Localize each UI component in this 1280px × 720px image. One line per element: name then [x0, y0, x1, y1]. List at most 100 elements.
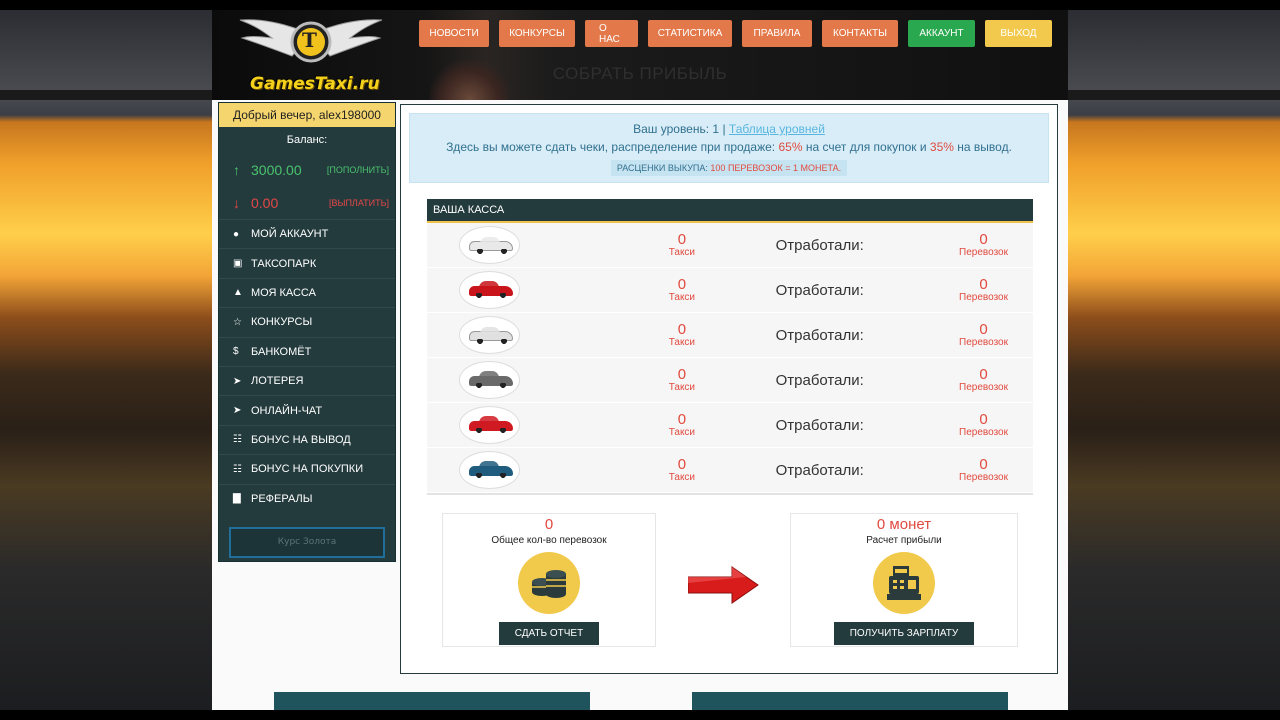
cashbox-table: ВАША КАССА 0 Такси Отработали: 0 Перевозок… [427, 199, 1033, 495]
level-label: Ваш уровень: [633, 122, 710, 136]
nav-contacts-button[interactable]: КОНТАКТЫ [822, 20, 898, 47]
worked-label: Отработали: [775, 416, 864, 434]
taxi-count-cell: 0 Такси [632, 412, 731, 438]
worked-label: Отработали: [775, 326, 864, 344]
distribution-text-c: на вывод. [957, 140, 1012, 154]
bar-chart-icon: ▇ [233, 493, 241, 505]
site-container: T GamesTaxi.ru НОВОСТИ КОНКУРСЫ О НАС СТ… [212, 10, 1068, 710]
sidebar-item-contests[interactable]: ☆ КОНКУРСЫ [219, 307, 395, 336]
gold-rate-field[interactable]: Курс Золота [229, 526, 385, 558]
distribution-text-a: Здесь вы можете сдать чеки, распределени… [446, 140, 776, 154]
profit-value: 0 монет [876, 516, 932, 533]
profit-label: Расчет прибыли [866, 535, 942, 546]
trips-count-cell: 0 Перевозок [934, 322, 1033, 348]
cashbox-title: ВАША КАССА [427, 199, 1033, 223]
sidebar-item-label: ТАКСОПАРК [251, 257, 317, 270]
balance-withdraw-value: 0.00 [251, 194, 279, 211]
trips-count-cell: 0 Перевозок [934, 367, 1033, 393]
trips-count: 0 [979, 410, 988, 428]
sidebar-item-online-chat[interactable]: ➤ ОНЛАЙН-ЧАТ [219, 395, 395, 424]
balance-title: Баланс: [286, 134, 328, 146]
trips-count: 0 [979, 320, 988, 338]
sidebar-item-my-cashbox[interactable]: ▲ МОЯ КАССА [219, 277, 395, 307]
send-icon: ➤ [233, 375, 242, 387]
sidebar-item-withdraw-bonus[interactable]: ☷ БОНУС НА ВЫВОД [219, 424, 395, 454]
worked-label: Отработали: [775, 236, 864, 254]
nav-rules-button[interactable]: ПРАВИЛА [742, 20, 812, 47]
buyback-value: 100 ПЕРЕВОЗОК = 1 МОНЕТА. [710, 163, 842, 173]
taxi-count: 0 [677, 455, 687, 473]
total-trips-label: Общее кол-во перевозок [491, 535, 607, 546]
top-up-link[interactable]: [ПОПОЛНИТЬ] [327, 165, 389, 175]
sidebar-item-my-account[interactable]: ● МОЙ АККАУНТ [219, 219, 395, 248]
taxi-count: 0 [677, 365, 687, 383]
star-icon: ☆ [233, 316, 242, 328]
trips-label: Перевозок [959, 291, 1008, 303]
taxi-label: Такси [668, 291, 696, 303]
grid-icon: ☷ [233, 463, 242, 475]
car-icon [469, 371, 513, 388]
car-image [459, 406, 521, 444]
trips-count: 0 [979, 455, 988, 473]
trips-count-cell: 0 Перевозок [934, 277, 1033, 303]
arrow-right-icon [687, 565, 760, 605]
taxi-label: Такси [668, 426, 696, 438]
table-row: 0 Такси Отработали: 0 Перевозок [427, 403, 1033, 448]
nav-contests-button[interactable]: КОНКУРСЫ [499, 20, 575, 47]
sidebar-item-atm[interactable]: $ БАНКОМЁТ [219, 336, 395, 366]
footer-block-right [692, 692, 1008, 710]
sidebar-item-label: МОЯ КАССА [251, 286, 316, 299]
taxi-count: 0 [677, 275, 687, 293]
table-row: 0 Такси Отработали: 0 Перевозок [427, 268, 1033, 313]
logo-letter: T [302, 28, 317, 52]
worked-label: Отработали: [775, 371, 864, 389]
nav-stats-button[interactable]: СТАТИСТИКА [648, 20, 732, 47]
sidebar-item-taxi-park[interactable]: ▣ ТАКСОПАРК [219, 248, 395, 277]
top-nav: НОВОСТИ КОНКУРСЫ О НАС СТАТИСТИКА ПРАВИЛ… [419, 20, 1052, 47]
trips-label: Перевозок [959, 471, 1008, 483]
taxi-label: Такси [668, 336, 696, 348]
sidebar-item-label: БОНУС НА ВЫВОД [251, 433, 351, 446]
trips-count: 0 [979, 275, 988, 293]
sidebar-item-label: ОНЛАЙН-ЧАТ [251, 404, 323, 417]
get-salary-button[interactable]: ПОЛУЧИТЬ ЗАРПЛАТУ [833, 622, 975, 645]
taxi-label: Такси [668, 381, 696, 393]
nav-news-button[interactable]: НОВОСТИ [419, 20, 489, 47]
sidebar-item-label: БОНУС НА ПОКУПКИ [251, 463, 364, 476]
arrow-up-icon: ↑ [233, 161, 240, 178]
nav-logout-button[interactable]: ВЫХОД [985, 20, 1052, 47]
buyback-label: РАСЦЕНКИ ВЫКУПА: [616, 163, 708, 173]
distribution-line: Здесь вы можете сдать чеки, распределени… [410, 140, 1048, 154]
table-row: 0 Такси Отработали: 0 Перевозок [427, 223, 1033, 268]
main-content: Ваш уровень: 1 | Таблица уровней Здесь в… [409, 113, 1049, 665]
sidebar-item-label: БАНКОМЁТ [251, 345, 312, 358]
worked-label: Отработали: [775, 281, 864, 299]
taxi-count-cell: 0 Такси [632, 232, 731, 258]
car-image [459, 451, 521, 489]
car-icon [469, 281, 513, 298]
submit-report-button[interactable]: СДАТЬ ОТЧЕТ [498, 622, 600, 645]
taxi-label: Такси [668, 246, 696, 258]
level-separator: | [722, 122, 726, 136]
withdraw-link[interactable]: [ВЫПЛАТИТЬ] [329, 198, 389, 208]
nav-about-button[interactable]: О НАС [585, 20, 638, 47]
sidebar-item-lottery[interactable]: ➤ ЛОТЕРЕЯ [219, 365, 395, 395]
sidebar-item-label: КОНКУРСЫ [251, 316, 313, 329]
sidebar-item-referrals[interactable]: ▇ РЕФЕРАЛЫ [219, 483, 395, 513]
nav-account-button[interactable]: АККАУНТ [908, 20, 975, 47]
divider [427, 493, 1033, 495]
buyback-rates: РАСЦЕНКИ ВЫКУПА: 100 ПЕРЕВОЗОК = 1 МОНЕТ… [610, 160, 848, 176]
table-row: 0 Такси Отработали: 0 Перевозок [427, 358, 1033, 403]
trips-label: Перевозок [959, 381, 1008, 393]
sidebar-item-purchase-bonus[interactable]: ☷ БОНУС НА ПОКУПКИ [219, 454, 395, 483]
withdraw-percent: 35% [929, 140, 954, 154]
taxi-count-cell: 0 Такси [632, 277, 731, 303]
car-icon [469, 461, 513, 478]
grid-icon: ☷ [233, 434, 242, 446]
background-right [1068, 10, 1280, 710]
taxi-count-cell: 0 Такси [632, 322, 731, 348]
trips-label: Перевозок [959, 246, 1008, 258]
level-table-link[interactable]: Таблица уровней [729, 122, 825, 136]
briefcase-icon: ▣ [233, 258, 243, 270]
table-row: 0 Такси Отработали: 0 Перевозок [427, 313, 1033, 358]
